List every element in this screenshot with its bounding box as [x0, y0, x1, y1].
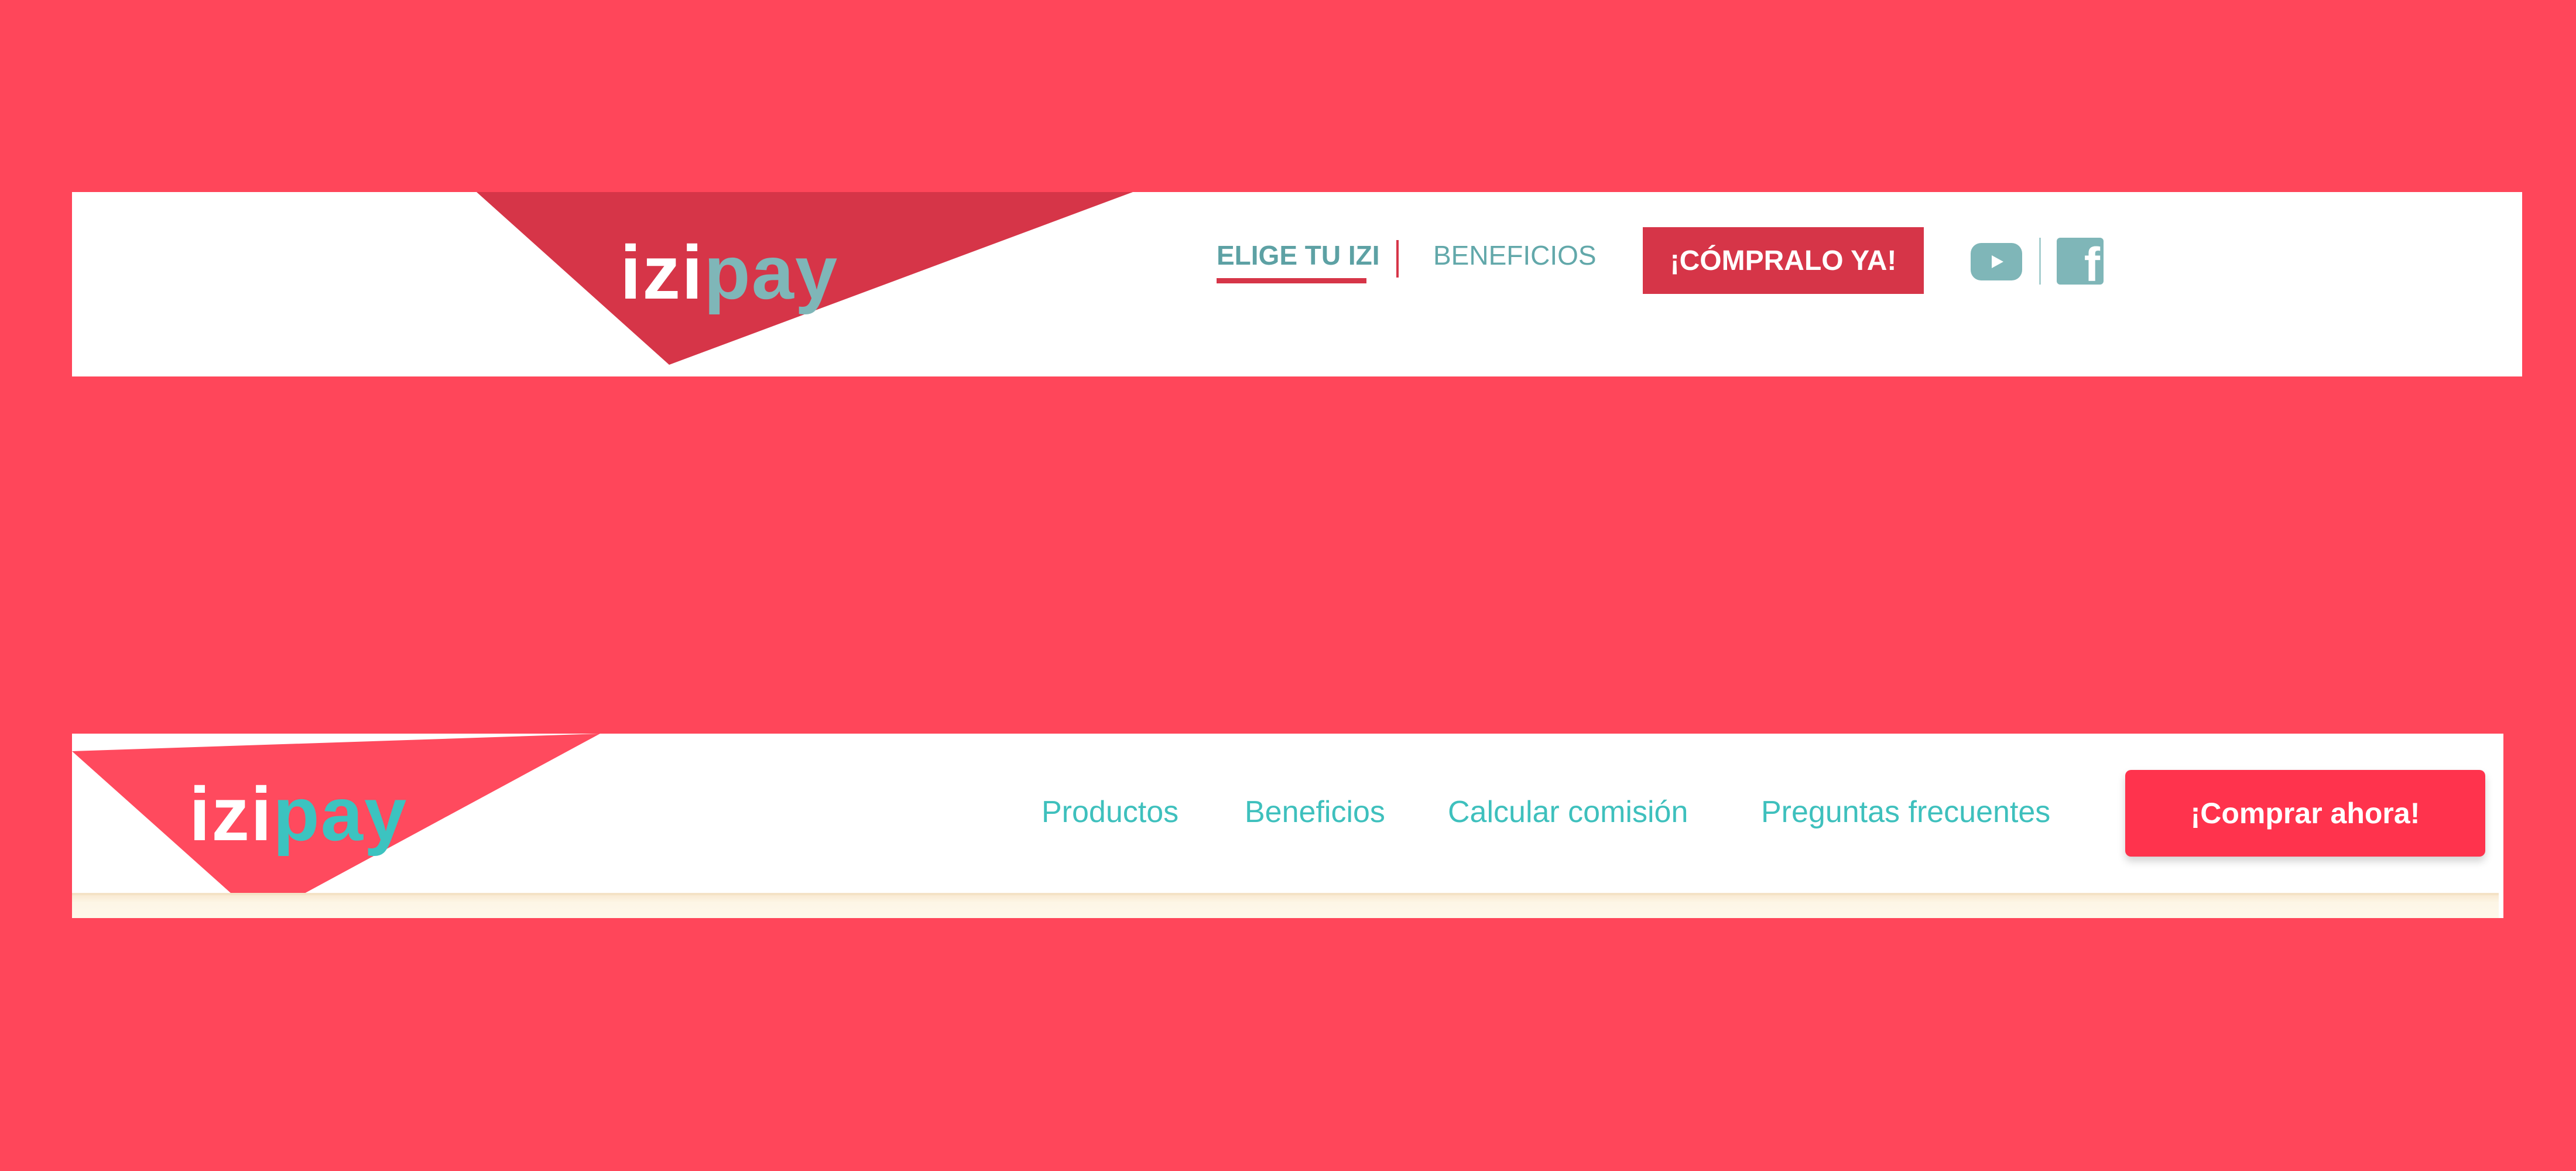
comprar-ahora-button[interactable]: ¡Comprar ahora!: [2125, 770, 2485, 857]
header-new: izipay Productos Beneficios Calcular com…: [72, 734, 2503, 918]
izipay-logo[interactable]: izipay: [189, 776, 407, 852]
social-divider: [2039, 238, 2041, 285]
nav-divider: [1396, 240, 1399, 278]
hero-top-strip: [72, 893, 2499, 918]
compralo-ya-button[interactable]: ¡CÓMPRALO YA!: [1643, 227, 1924, 294]
nav-link-elige-tu-izi[interactable]: ELIGE TU IZI: [1217, 242, 1380, 269]
nav-link-preguntas-frecuentes[interactable]: Preguntas frecuentes: [1761, 797, 2050, 827]
header-old: izipay ELIGE TU IZI BENEFICIOS ¡CÓMPRALO…: [72, 192, 2522, 376]
logo-pay-text: pay: [704, 230, 839, 315]
logo-triangle-bg: [477, 192, 1133, 365]
nav-link-beneficios[interactable]: BENEFICIOS: [1433, 242, 1597, 269]
logo-pay-text: pay: [273, 771, 408, 857]
youtube-icon[interactable]: [1971, 243, 2022, 280]
izipay-logo[interactable]: izipay: [620, 234, 838, 310]
nav-link-calcular-comision[interactable]: Calcular comisión: [1448, 797, 1688, 827]
nav-link-beneficios[interactable]: Beneficios: [1245, 797, 1385, 827]
facebook-icon[interactable]: f: [2057, 238, 2104, 285]
active-nav-underline: [1217, 278, 1366, 283]
logo-izi-text: izi: [620, 230, 704, 315]
facebook-f-glyph: f: [2084, 238, 2100, 285]
logo-izi-text: izi: [189, 771, 273, 857]
play-icon: [1992, 255, 2003, 268]
nav-link-productos[interactable]: Productos: [1042, 797, 1179, 827]
